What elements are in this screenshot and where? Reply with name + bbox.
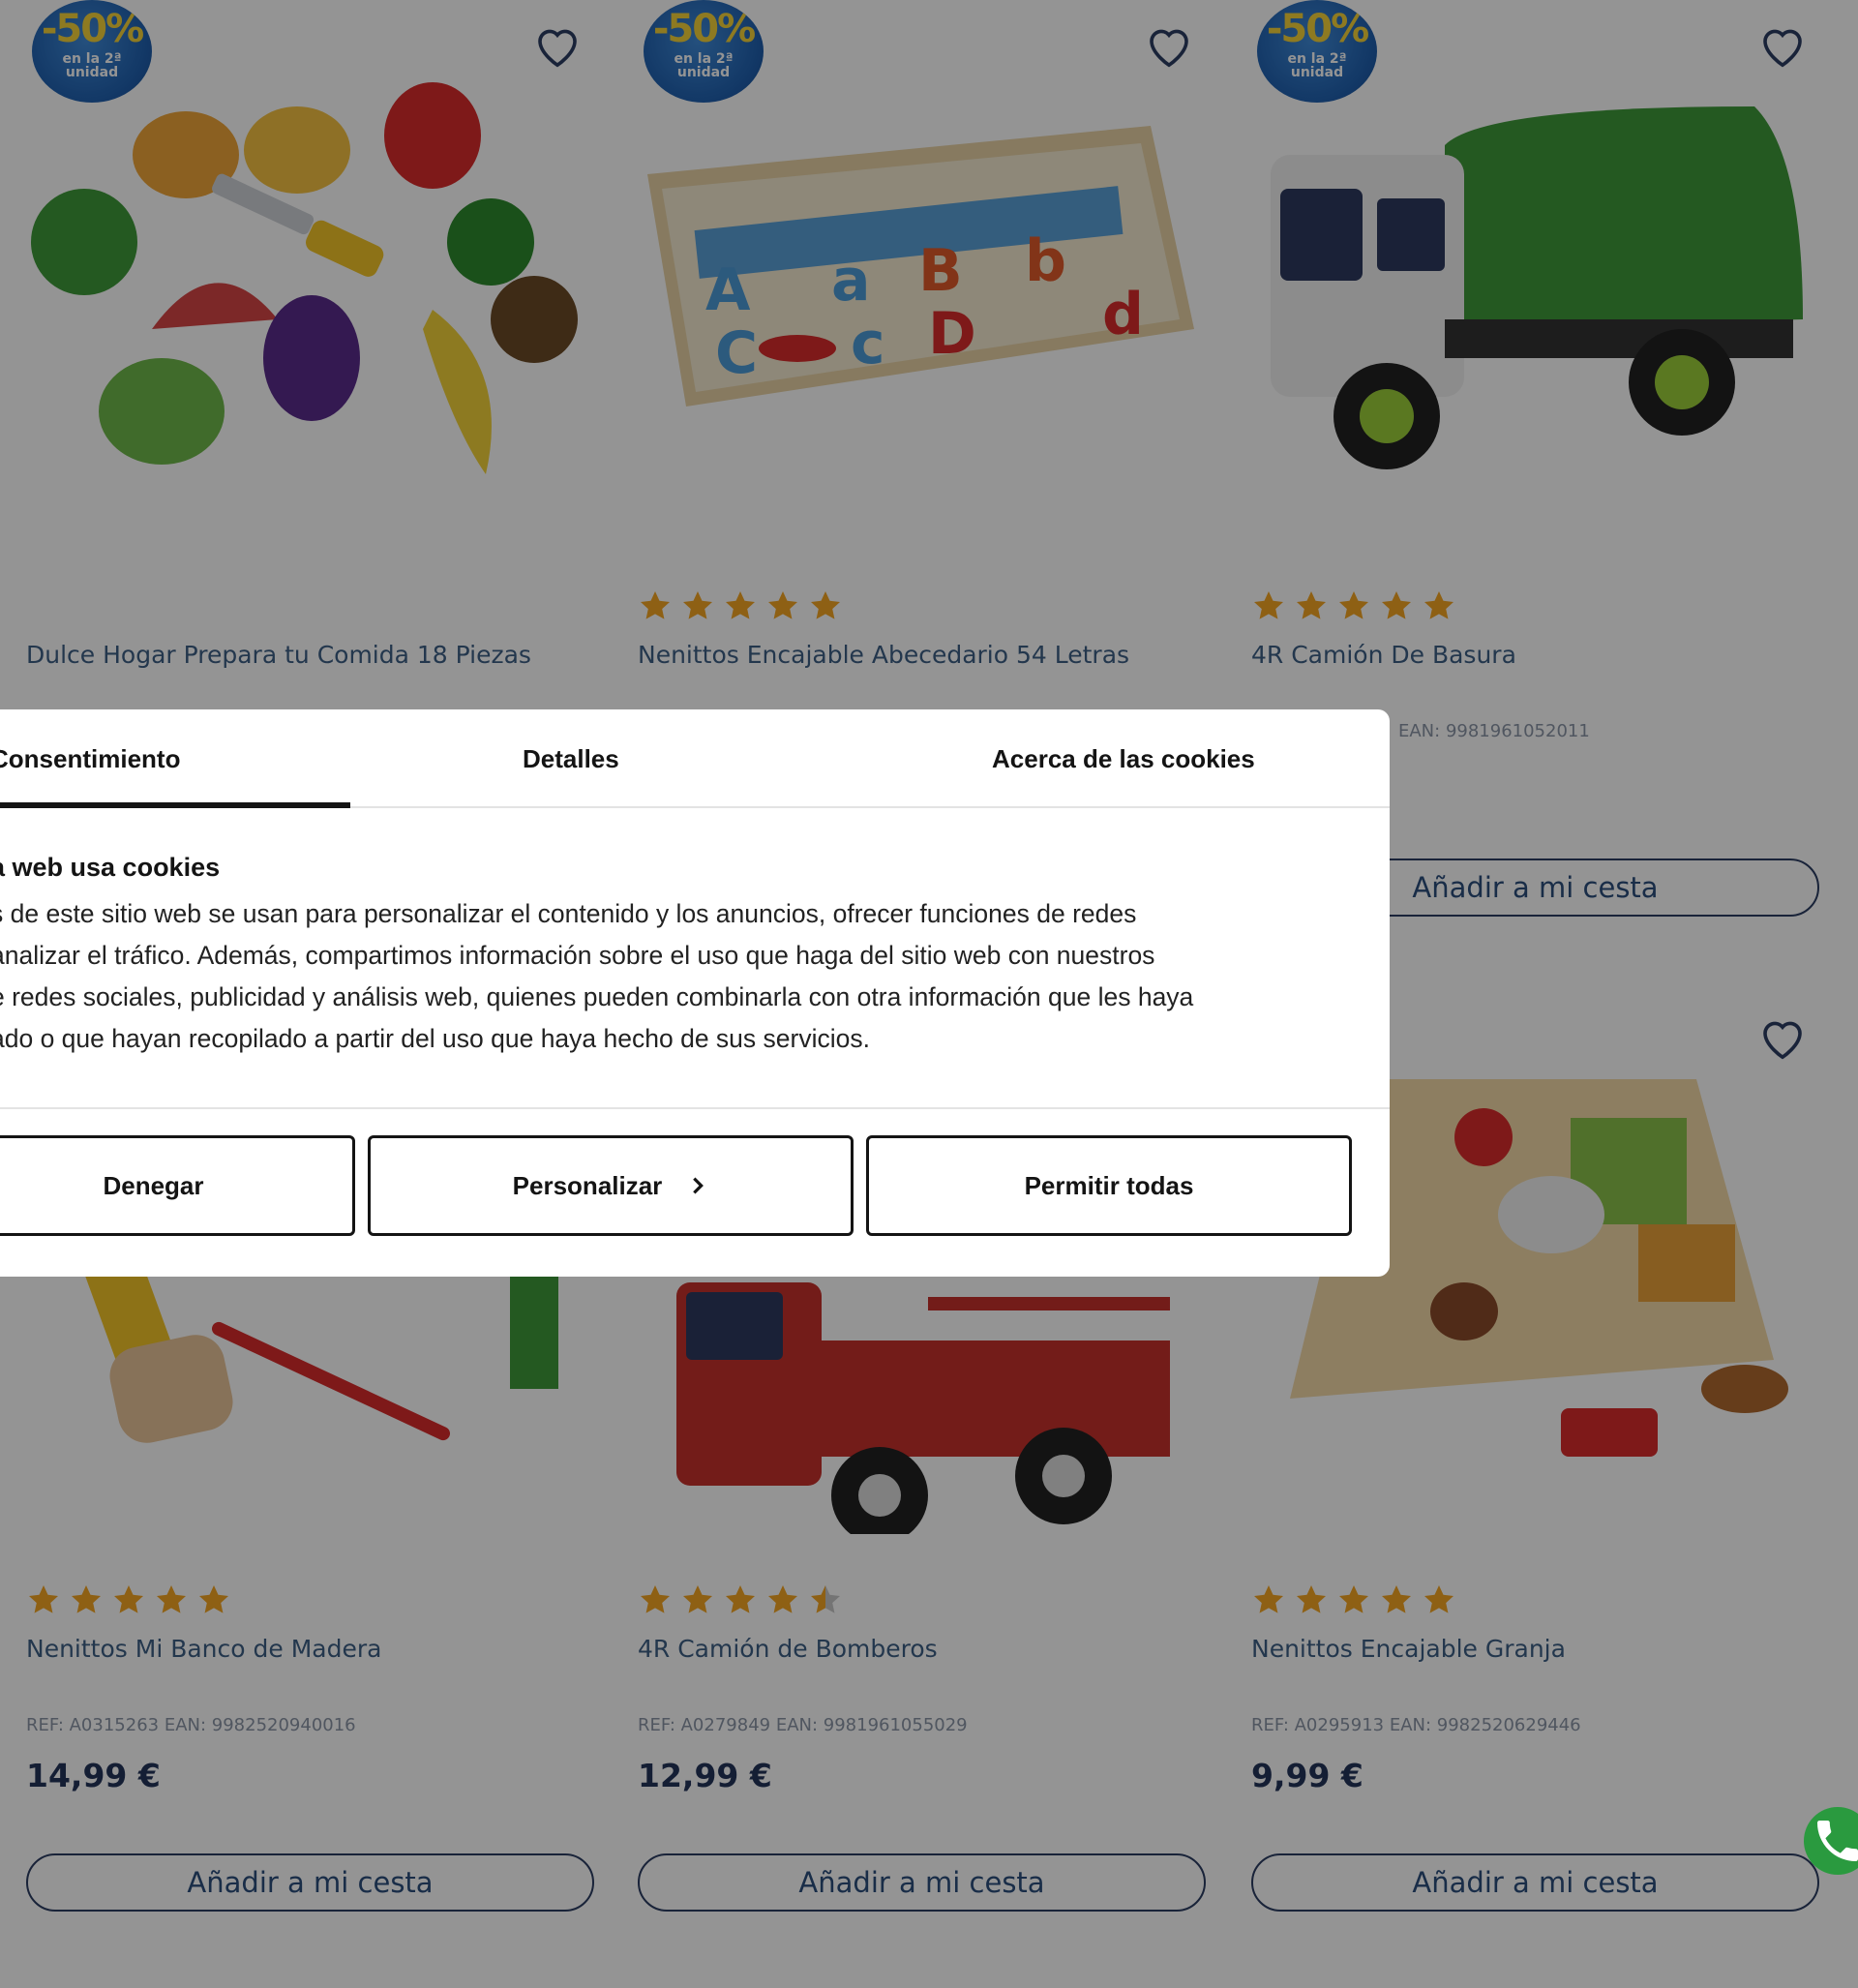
phone-icon (1817, 1821, 1858, 1861)
customize-label: Personalizar (512, 1170, 663, 1200)
body-line: s de este sitio web se usan para persona… (0, 899, 1137, 928)
body-line: ado o que hayan recopilado a partir del … (0, 1024, 870, 1053)
cookie-consent-dialog: Consentimiento Detalles Acerca de las co… (0, 709, 1390, 1277)
deny-button[interactable]: Denegar (0, 1135, 355, 1236)
whatsapp-button[interactable] (1804, 1807, 1858, 1875)
allow-all-button[interactable]: Permitir todas (866, 1135, 1352, 1236)
allow-all-label: Permitir todas (1024, 1170, 1194, 1200)
active-tab-indicator (0, 802, 350, 808)
tab-details[interactable]: Detalles (523, 709, 619, 808)
divider (0, 1107, 1390, 1109)
customize-button[interactable]: Personalizar (368, 1135, 854, 1236)
dialog-heading: a web usa cookies (0, 853, 221, 882)
dialog-body: s de este sitio web se usan para persona… (0, 893, 1345, 1060)
tab-consent[interactable]: Consentimiento (0, 709, 350, 808)
body-line: e redes sociales, publicidad y análisis … (0, 982, 1194, 1011)
body-line: analizar el tráfico. Además, compartimos… (0, 941, 1155, 970)
chevron-right-icon (693, 1177, 704, 1194)
dialog-tabs: Consentimiento Detalles Acerca de las co… (0, 709, 1390, 808)
deny-label: Denegar (103, 1170, 204, 1200)
tab-about-cookies[interactable]: Acerca de las cookies (992, 709, 1255, 808)
